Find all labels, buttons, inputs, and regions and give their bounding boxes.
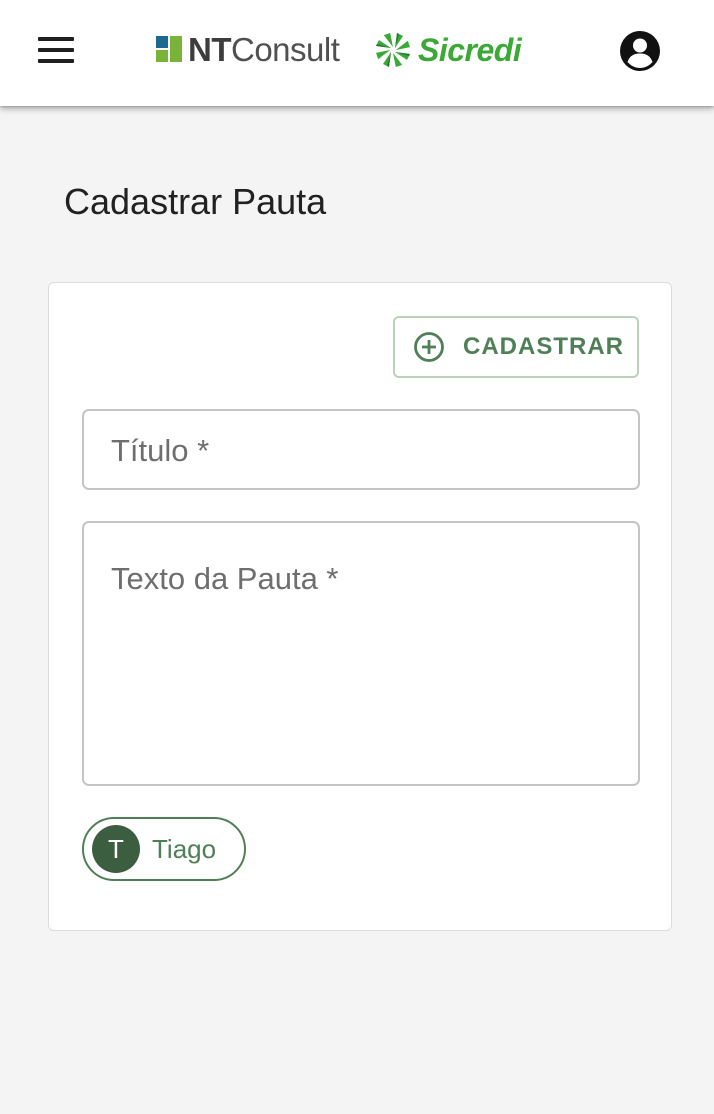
texto-da-pauta-textarea[interactable]: Texto da Pauta *: [82, 521, 640, 786]
cadastrar-button[interactable]: CADASTRAR: [393, 316, 639, 378]
app-bar: NTConsult Sicredi: [0, 0, 714, 106]
logo-nt-bold: NT: [188, 31, 232, 68]
titulo-input[interactable]: Título *: [82, 409, 640, 490]
ntconsult-mark-icon: [156, 36, 184, 64]
user-chip-name: Tiago: [152, 833, 217, 864]
logo-sicredi-text: Sicredi: [418, 32, 522, 68]
logo-nt-light: Consult: [231, 31, 340, 68]
add-circle-outline-icon: [414, 332, 444, 362]
hamburger-menu-icon[interactable]: [34, 34, 78, 66]
page-title: Cadastrar Pauta: [64, 181, 327, 222]
form-card: CADASTRAR Título * Texto da Pauta * T Ti…: [48, 282, 672, 931]
user-chip[interactable]: T Tiago: [82, 817, 246, 881]
ntconsult-logo: NTConsult: [156, 30, 340, 70]
titulo-placeholder: Título *: [111, 433, 210, 468]
cadastrar-button-label: CADASTRAR: [463, 333, 624, 360]
sicredi-logo: Sicredi: [374, 30, 522, 70]
texto-da-pauta-placeholder: Texto da Pauta *: [111, 561, 339, 596]
avatar: T: [92, 825, 140, 873]
account-circle-icon[interactable]: [618, 29, 662, 73]
sicredi-pinwheel-icon: [376, 33, 410, 67]
